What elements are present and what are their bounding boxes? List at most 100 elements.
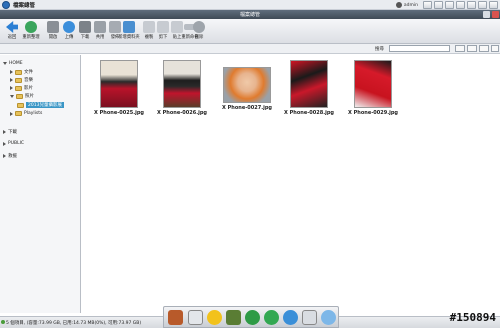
tree-item-label: 音樂	[24, 78, 33, 83]
tree-item-label: 救援	[8, 154, 17, 159]
app-dock	[163, 306, 339, 328]
status-icon	[1, 320, 5, 324]
status-text: 5 個項目, (容量:73.99 GB, 已用:14.73 MB(0%), 可用…	[6, 321, 142, 326]
photo-thumbnail	[223, 67, 271, 103]
new-folder-icon	[123, 21, 135, 33]
app-title: 檔案總管	[13, 3, 36, 9]
tree-home-label: HOME	[9, 61, 23, 66]
close-button[interactable]	[492, 11, 499, 18]
search-label: 搜尋	[375, 47, 384, 52]
new-folder-label: 新增資料夾	[118, 35, 140, 40]
network-icon[interactable]	[434, 1, 443, 9]
tree-item-selected-album[interactable]: 2013兒童攝影展	[17, 102, 64, 108]
file-name: X Phone-0028.jpg	[284, 110, 334, 116]
refresh-button[interactable]: 重新整理	[22, 21, 40, 43]
info-icon[interactable]	[456, 1, 465, 9]
folder-icon	[15, 77, 22, 83]
photo-thumbnail	[163, 60, 201, 108]
expand-icon	[3, 141, 6, 146]
photo-thumbnail	[290, 60, 328, 108]
folder-icon	[16, 93, 23, 99]
upload-icon	[63, 21, 75, 33]
file-manager-icon[interactable]	[188, 310, 203, 325]
globe-icon[interactable]	[283, 310, 298, 325]
delete-button[interactable]: 刪除	[190, 21, 208, 43]
refresh-app-icon[interactable]	[264, 310, 279, 325]
expand-icon	[10, 86, 13, 90]
toolbar: 返回 重新整理 開啟 上傳 下載 共用 發佈 新增資料夾 複製 剪下 貼上 重新…	[0, 19, 500, 44]
top-bar: 檔案總管 admin	[0, 0, 500, 10]
tree-item-label: 照片	[25, 94, 34, 99]
tree-item-label: 下載	[8, 130, 17, 135]
settings-app-icon[interactable]	[321, 310, 336, 325]
options-icon[interactable]	[491, 45, 499, 52]
back-arrow-icon	[6, 21, 18, 33]
back-label: 返回	[7, 35, 17, 40]
expand-icon	[10, 111, 13, 116]
tree-item-label: PUBLIC	[8, 141, 25, 146]
file-name: X Phone-0026.jpg	[157, 110, 207, 116]
window-title: 檔案總管	[239, 12, 260, 18]
tree-download[interactable]: 下載	[3, 129, 17, 135]
tree-item-label: 文件	[24, 70, 33, 75]
delete-icon	[193, 21, 205, 33]
folder-icon	[15, 111, 22, 116]
home-icon[interactable]	[168, 310, 183, 325]
watermark: #150894	[449, 311, 496, 324]
expand-icon	[10, 78, 13, 82]
top-bar-controls: admin	[395, 1, 498, 9]
share-icon	[94, 21, 106, 33]
tree-item-label: 影片	[24, 86, 33, 91]
tree-item-label: 2013兒童攝影展	[26, 102, 64, 108]
file-item[interactable]: X Phone-0026.jpg	[145, 60, 219, 116]
user-icon	[395, 2, 402, 8]
delete-label: 刪除	[194, 35, 204, 40]
search-input[interactable]	[389, 45, 450, 52]
chat-icon[interactable]	[445, 1, 454, 9]
tree-public[interactable]: PUBLIC	[3, 141, 24, 146]
edit-icon[interactable]	[302, 310, 317, 325]
minimize-button[interactable]	[483, 11, 490, 18]
file-item[interactable]: X Phone-0029.jpg	[336, 60, 410, 116]
folder-icon	[17, 102, 24, 108]
search-icon[interactable]	[489, 1, 498, 9]
list-view-icon[interactable]	[467, 45, 477, 52]
detail-view-icon[interactable]	[479, 45, 489, 52]
expand-icon	[3, 154, 6, 158]
open-icon	[47, 21, 59, 33]
grid-icon[interactable]	[467, 1, 476, 9]
tree-item-label: Playlists	[24, 111, 43, 116]
tree-item-videos[interactable]: 影片	[10, 85, 33, 91]
window-icon[interactable]	[478, 1, 487, 9]
back-button[interactable]: 返回	[3, 21, 21, 43]
window-header: 檔案總管	[0, 10, 500, 19]
expand-icon	[3, 62, 7, 65]
refresh-icon	[25, 21, 37, 33]
media-player-icon[interactable]	[207, 310, 222, 325]
tree-item-photos[interactable]: 照片	[10, 93, 34, 99]
tree-item-music[interactable]: 音樂	[10, 77, 33, 83]
folder-tree: HOME 文件 音樂 影片 照片 2013兒童攝影展 Playlists 下載 …	[0, 55, 81, 313]
photo-thumbnail	[354, 60, 392, 108]
folder-icon	[15, 85, 22, 91]
download-icon	[79, 21, 91, 33]
thumbnail-view-icon[interactable]	[455, 45, 465, 52]
file-name: X Phone-0029.jpg	[348, 110, 398, 116]
app-logo-icon	[2, 1, 10, 9]
sync-icon[interactable]	[245, 310, 260, 325]
search-bar: 搜尋	[0, 44, 500, 54]
tree-item-playlists[interactable]: Playlists	[10, 111, 42, 116]
tree-recycle[interactable]: 救援	[3, 153, 17, 159]
photo-thumbnail	[100, 60, 138, 108]
file-grid: X Phone-0025.jpg X Phone-0026.jpg X Phon…	[82, 55, 500, 313]
tree-home[interactable]: HOME	[3, 61, 23, 66]
new-folder-button[interactable]: 新增資料夾	[118, 21, 140, 43]
expand-icon	[3, 130, 6, 134]
refresh-label: 重新整理	[22, 35, 40, 40]
tree-item-documents[interactable]: 文件	[10, 69, 33, 75]
expand-icon	[10, 70, 13, 74]
user-name: admin	[403, 2, 418, 8]
file-item[interactable]: X Phone-0028.jpg	[272, 60, 346, 116]
settings-icon[interactable]	[423, 1, 432, 9]
download-station-icon[interactable]	[226, 310, 241, 325]
